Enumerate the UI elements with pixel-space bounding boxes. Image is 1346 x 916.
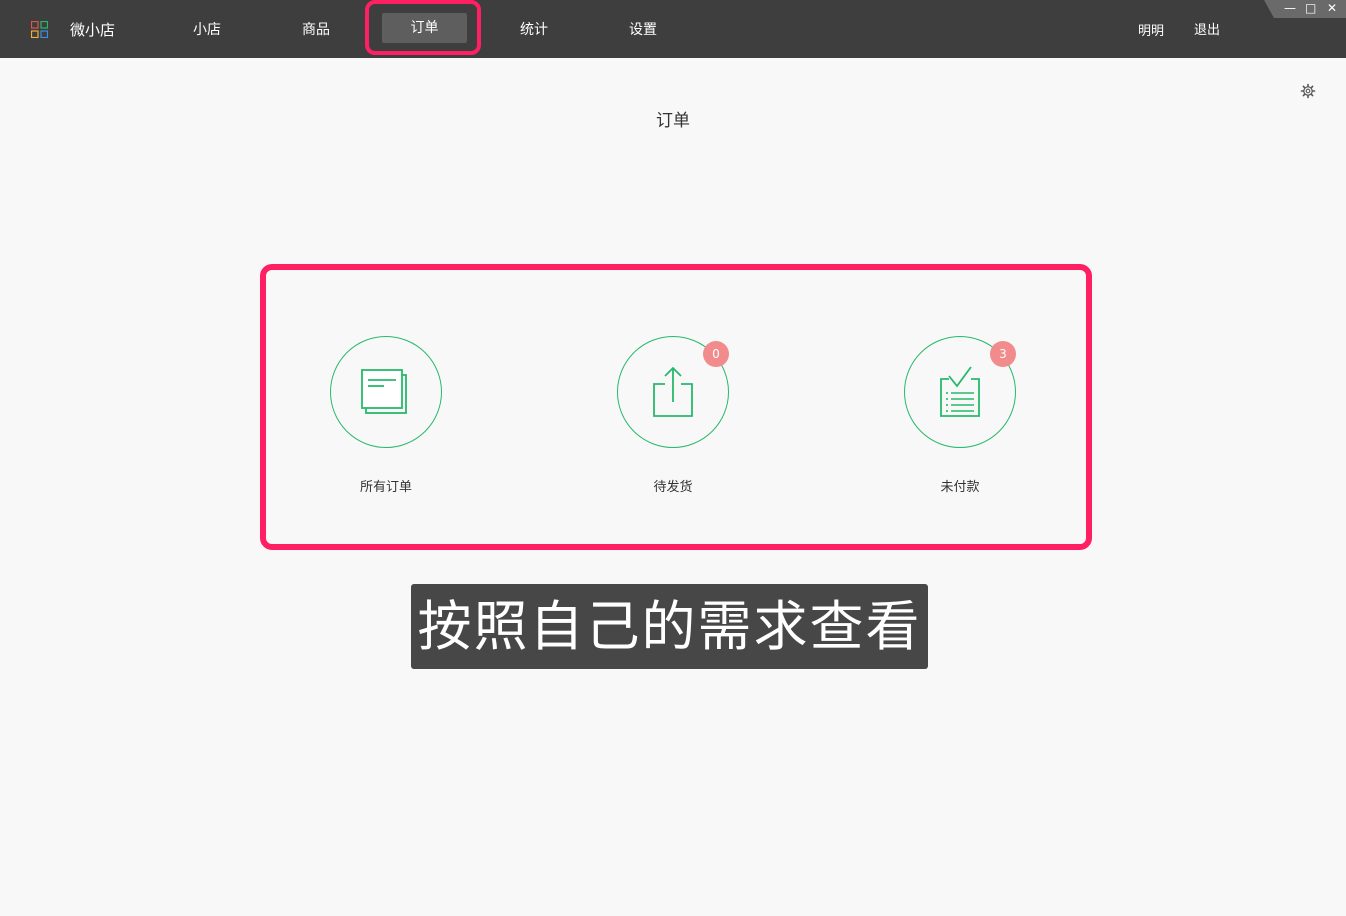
- video-caption: 按照自己的需求查看: [411, 584, 928, 669]
- gear-icon[interactable]: [1300, 83, 1316, 99]
- card-unpaid-label: 未付款: [940, 480, 980, 495]
- card-all-orders-circle: [330, 336, 442, 448]
- maximize-button[interactable]: □: [1305, 1, 1316, 15]
- documents-icon: [361, 369, 407, 414]
- nav-item-statistics[interactable]: 统计: [494, 19, 574, 39]
- app-name: 微小店: [70, 21, 116, 39]
- unpaid-count-badge: 3: [990, 341, 1016, 367]
- nav-item-products[interactable]: 商品: [276, 19, 356, 39]
- logout-button[interactable]: 退出: [1194, 19, 1220, 38]
- window-controls: — □ ✕: [1264, 0, 1346, 18]
- user-name[interactable]: 明明: [1138, 20, 1164, 39]
- nav-item-settings[interactable]: 设置: [603, 19, 683, 39]
- minimize-button[interactable]: —: [1284, 1, 1296, 15]
- pending-shipment-count-badge: 0: [703, 341, 729, 367]
- close-button[interactable]: ✕: [1327, 1, 1337, 15]
- nav-highlight-frame: [365, 0, 481, 55]
- nav-item-shop[interactable]: 小店: [167, 19, 247, 39]
- app-logo-icon: [31, 21, 48, 38]
- share-upload-icon: [653, 366, 693, 417]
- page-title: 订单: [656, 111, 690, 131]
- top-navigation-bar: 微小店 小店 商品 订单 统计 设置 明明 退出 — □ ✕: [0, 0, 1346, 58]
- checklist-icon: [940, 366, 980, 417]
- card-pending-shipment-label: 待发货: [653, 480, 693, 495]
- card-all-orders-label: 所有订单: [359, 480, 412, 495]
